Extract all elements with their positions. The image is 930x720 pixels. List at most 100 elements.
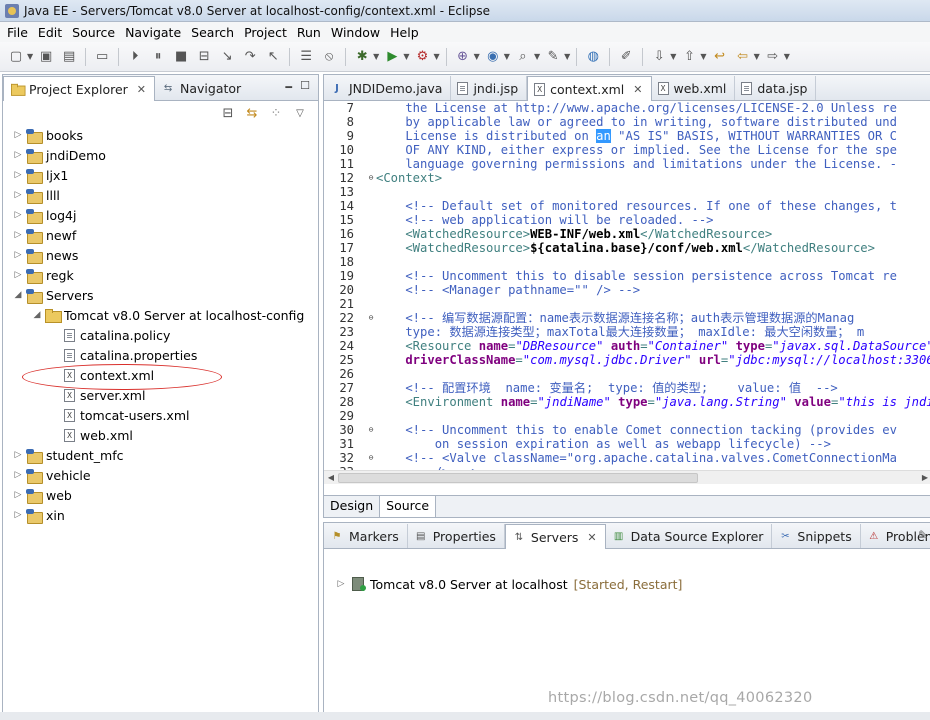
new-class-dropdown-icon[interactable]: ▼ bbox=[504, 52, 510, 61]
expand-icon[interactable]: ▷ bbox=[13, 450, 23, 460]
code-line[interactable]: 14 <!-- Default set of monitored resourc… bbox=[324, 199, 930, 213]
code-line[interactable]: 32 ⊖ <!-- <Valve className="org.apache.ca… bbox=[324, 451, 930, 465]
tree-item[interactable]: ▷ books bbox=[3, 125, 318, 145]
expand-icon[interactable]: ▷ bbox=[13, 490, 23, 500]
code-line[interactable]: 12 ⊖ <Context> bbox=[324, 171, 930, 185]
code-line[interactable]: 30 ⊖ <!-- Uncomment this to enable Comet … bbox=[324, 423, 930, 437]
back-icon[interactable]: ⇦ bbox=[733, 47, 753, 67]
code-line[interactable]: 27 <!-- 配置环境 name: 变量名; type: 值的类型; valu… bbox=[324, 381, 930, 395]
code-line[interactable]: 28 <Environment name="jndiName" type="ja… bbox=[324, 395, 930, 409]
console-icon[interactable]: ▭ bbox=[92, 47, 112, 67]
forward-dropdown-icon[interactable]: ▼ bbox=[784, 52, 790, 61]
new-class-icon[interactable]: ◉ bbox=[483, 47, 503, 67]
tree-item[interactable]: ▷ newf bbox=[3, 225, 318, 245]
menu-search[interactable]: Search bbox=[188, 25, 241, 40]
tab-source[interactable]: Source bbox=[380, 496, 437, 517]
code-line[interactable]: 25 driverClassName="com.mysql.jdbc.Drive… bbox=[324, 353, 930, 367]
previous-annotation-icon[interactable]: ⇧ bbox=[679, 47, 699, 67]
fold-icon[interactable]: ⊖ bbox=[366, 171, 376, 185]
menu-navigate[interactable]: Navigate bbox=[122, 25, 188, 40]
tree-item[interactable]: ◢ Tomcat v8.0 Server at localhost-config bbox=[3, 305, 318, 325]
bottom-tab[interactable]: ▤ Properties bbox=[408, 524, 505, 548]
expand-icon[interactable]: ▷ bbox=[336, 579, 346, 589]
tree-item[interactable]: ▷ web bbox=[3, 485, 318, 505]
code-editor[interactable]: 7 the License at http://www.apache.org/l… bbox=[324, 101, 930, 494]
expand-icon[interactable]: ▷ bbox=[13, 470, 23, 480]
tree-item[interactable]: catalina.properties bbox=[3, 345, 318, 365]
code-line[interactable]: 21 bbox=[324, 297, 930, 311]
code-line[interactable]: 31 on session expiration as well as weba… bbox=[324, 437, 930, 451]
code-line[interactable]: 11 language governing permissions and li… bbox=[324, 157, 930, 171]
menu-source[interactable]: Source bbox=[69, 25, 122, 40]
run-dropdown-icon[interactable]: ▼ bbox=[403, 52, 409, 61]
expand-icon[interactable]: ▷ bbox=[13, 230, 23, 240]
filters-icon[interactable]: ⁘ bbox=[268, 105, 284, 121]
expand-icon[interactable]: ▷ bbox=[13, 170, 23, 180]
menu-run[interactable]: Run bbox=[294, 25, 328, 40]
editor-horizontal-scrollbar[interactable]: ◀ ▶ bbox=[324, 470, 930, 484]
tree-item[interactable]: ▷ ljx1 bbox=[3, 165, 318, 185]
editor-tab[interactable]: data.jsp bbox=[735, 76, 817, 100]
tree-item[interactable]: ▷ xin bbox=[3, 505, 318, 525]
expand-icon[interactable]: ▷ bbox=[13, 190, 23, 200]
view-menu-icon[interactable]: ▽ bbox=[292, 105, 308, 121]
menu-file[interactable]: File bbox=[4, 25, 35, 40]
code-line[interactable]: 7 the License at http://www.apache.org/l… bbox=[324, 101, 930, 115]
expand-icon[interactable]: ▷ bbox=[13, 250, 23, 260]
scroll-right-icon[interactable]: ▶ bbox=[918, 473, 930, 482]
last-edit-location-icon[interactable]: ↩ bbox=[710, 47, 730, 67]
resume-icon[interactable]: ⏵ bbox=[125, 47, 145, 67]
tree-item[interactable]: Xweb.xml bbox=[3, 425, 318, 445]
code-line[interactable]: 16 <WatchedResource>WEB-INF/web.xml</Wat… bbox=[324, 227, 930, 241]
run-icon[interactable]: ▶ bbox=[382, 47, 402, 67]
tree-item[interactable]: ▷ llll bbox=[3, 185, 318, 205]
menu-edit[interactable]: Edit bbox=[35, 25, 69, 40]
editor-tab[interactable]: jndi.jsp bbox=[451, 76, 528, 100]
debug-dropdown-icon[interactable]: ▼ bbox=[373, 52, 379, 61]
code-line[interactable]: 23 type: 数据源连接类型；maxTotal最大连接数量； maxIdle… bbox=[324, 325, 930, 339]
code-line[interactable]: 29 bbox=[324, 409, 930, 423]
print-icon[interactable]: ▤ bbox=[59, 47, 79, 67]
tree-item[interactable]: ▷ student_mfc bbox=[3, 445, 318, 465]
open-perspective-icon[interactable]: ☰ bbox=[296, 47, 316, 67]
scroll-thumb[interactable] bbox=[338, 472, 698, 483]
maximize-icon[interactable]: ☐ bbox=[300, 79, 310, 92]
bottom-tab[interactable]: ▥ Data Source Explorer bbox=[606, 524, 773, 548]
menu-help[interactable]: Help bbox=[387, 25, 426, 40]
code-line[interactable]: 22 ⊖ <!-- 编写数据源配置：name表示数据源连接名称；auth表示管理数… bbox=[324, 311, 930, 325]
collapse-icon[interactable]: ◢ bbox=[13, 290, 23, 300]
new-icon[interactable]: ▢ bbox=[6, 47, 26, 67]
code-line[interactable]: 10 OF ANY KIND, either express or implie… bbox=[324, 143, 930, 157]
step-into-icon[interactable]: ↘ bbox=[217, 47, 237, 67]
new-dropdown-icon[interactable]: ▼ bbox=[27, 52, 33, 61]
forward-icon[interactable]: ⇨ bbox=[763, 47, 783, 67]
external-tools-dropdown-icon[interactable]: ▼ bbox=[433, 52, 439, 61]
next-annotation-icon[interactable]: ⇩ bbox=[649, 47, 669, 67]
menu-window[interactable]: Window bbox=[328, 25, 387, 40]
open-type-dropdown-icon[interactable]: ▼ bbox=[534, 52, 540, 61]
close-icon[interactable]: ✕ bbox=[587, 531, 596, 544]
minimize-icon[interactable]: ━ bbox=[285, 81, 292, 94]
toggle-mark-occurrences-icon[interactable]: ✐ bbox=[616, 47, 636, 67]
tree-item[interactable]: ▷ vehicle bbox=[3, 465, 318, 485]
code-line[interactable]: 17 <WatchedResource>${catalina.base}/con… bbox=[324, 241, 930, 255]
fold-icon[interactable]: ⊖ bbox=[366, 423, 376, 437]
fold-icon[interactable]: ⊖ bbox=[366, 451, 376, 465]
close-icon[interactable]: ✕ bbox=[137, 83, 146, 96]
collapse-icon[interactable]: ◢ bbox=[32, 310, 42, 320]
new-java-project-icon[interactable]: ⊕ bbox=[453, 47, 473, 67]
previous-annotation-dropdown-icon[interactable]: ▼ bbox=[700, 52, 706, 61]
tree-item[interactable]: ▷ log4j bbox=[3, 205, 318, 225]
link-with-editor-icon[interactable]: ⇆ bbox=[244, 105, 260, 121]
expand-icon[interactable]: ▷ bbox=[13, 510, 23, 520]
step-over-icon[interactable]: ↷ bbox=[240, 47, 260, 67]
open-type-icon[interactable]: ⌕ bbox=[513, 47, 533, 67]
code-line[interactable]: 9 License is distributed on an "AS IS" B… bbox=[324, 129, 930, 143]
bottom-tab[interactable]: ✂ Snippets bbox=[772, 524, 861, 548]
code-line[interactable]: 24 <Resource name="DBResource" auth="Con… bbox=[324, 339, 930, 353]
next-annotation-dropdown-icon[interactable]: ▼ bbox=[670, 52, 676, 61]
tree-item[interactable]: catalina.policy bbox=[3, 325, 318, 345]
code-line[interactable]: 15 <!-- web application will be reloaded… bbox=[324, 213, 930, 227]
tree-item[interactable]: ▷ jndiDemo bbox=[3, 145, 318, 165]
fold-icon[interactable]: ⊖ bbox=[366, 311, 376, 325]
